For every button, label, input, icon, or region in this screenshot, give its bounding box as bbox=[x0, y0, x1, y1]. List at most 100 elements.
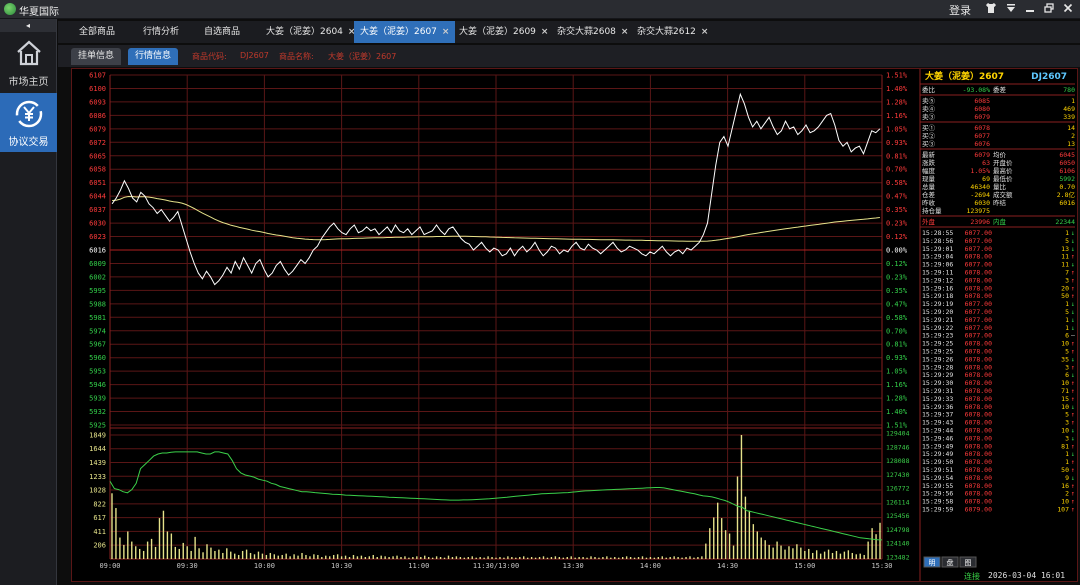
tick-direction: ↑ bbox=[1071, 506, 1075, 514]
tick-direction: ↑ bbox=[1071, 466, 1075, 474]
close-icon[interactable] bbox=[1060, 2, 1076, 17]
tab-garlic2612[interactable]: 杂交大蒜2612 × bbox=[631, 21, 714, 43]
sidebar-item-market-home[interactable]: 市场主页 bbox=[0, 33, 57, 92]
bid-price: 6078 bbox=[974, 124, 990, 132]
tick-direction: ↑ bbox=[1071, 458, 1075, 466]
tick-price: 6078.00 bbox=[965, 419, 992, 427]
tick-price: 6078.00 bbox=[965, 395, 992, 403]
tab-dj2609[interactable]: 大姜（泥姜）2609 × bbox=[453, 21, 554, 43]
sidebar-item-protocol-trade[interactable]: 协议交易 bbox=[0, 93, 57, 152]
percent-tick-label: 1.40% bbox=[886, 408, 908, 416]
tab-dj2604[interactable]: 大姜（泥姜）2604 × bbox=[260, 21, 361, 43]
percent-tick-label: 1.05% bbox=[886, 125, 908, 133]
tab-label: 大姜（泥姜）2607 bbox=[360, 27, 437, 37]
percent-tick-label: 0.23% bbox=[886, 220, 908, 228]
bid-price: 6076 bbox=[974, 140, 990, 148]
price-tick-label: 6107 bbox=[89, 72, 106, 80]
tab-all-products[interactable]: 全部商品 bbox=[73, 21, 121, 43]
tick-volume: 1 bbox=[1065, 458, 1069, 466]
stat-value: 6030 bbox=[974, 199, 990, 207]
tick-time: 15:29:55 bbox=[922, 482, 953, 490]
price-tick-label: 5981 bbox=[89, 314, 106, 322]
sidebar-item-label: 市场主页 bbox=[8, 77, 49, 88]
price-tick-label: 5939 bbox=[89, 395, 106, 403]
tick-price: 6078.00 bbox=[965, 355, 992, 363]
stat-value: 2.8亿 bbox=[1057, 190, 1076, 199]
tick-time: 15:29:51 bbox=[922, 466, 953, 474]
intraday-chart[interactable]: 09:00 09:30 10:00 10:30 11:00 11:30/13:00 13:3… bbox=[72, 69, 1077, 581]
ask-price: 6079 bbox=[974, 113, 990, 121]
outer-value: 23996 bbox=[970, 218, 990, 226]
volume-tick-label: 206 bbox=[93, 542, 106, 550]
stat-label: 幅度 bbox=[922, 166, 936, 175]
product-name-value: 大姜（泥姜）2607 bbox=[328, 52, 397, 61]
close-tab-icon[interactable]: × bbox=[541, 27, 549, 37]
tick-price: 6078.00 bbox=[965, 348, 992, 356]
tick-direction: ↓ bbox=[1071, 371, 1075, 379]
stat-label: 仓差 bbox=[922, 190, 936, 199]
tick-price: 6078.00 bbox=[965, 482, 992, 490]
minimize-icon[interactable] bbox=[1022, 2, 1038, 17]
tick-price: 6077.00 bbox=[965, 229, 992, 237]
yuan-exchange-icon bbox=[15, 100, 43, 128]
close-tab-icon[interactable]: × bbox=[621, 27, 629, 37]
time-tick-label: 15:00 bbox=[794, 562, 815, 570]
restore-icon[interactable] bbox=[1041, 2, 1057, 17]
tick-time: 15:29:26 bbox=[922, 355, 953, 363]
tick-price: 6078.00 bbox=[965, 490, 992, 498]
tab-quote-analysis[interactable]: 行情分析 bbox=[137, 21, 185, 43]
stat-value: 6016 bbox=[1059, 199, 1075, 207]
tick-volume: 50 bbox=[1061, 466, 1069, 474]
tick-volume: 1 bbox=[1065, 300, 1069, 308]
ask-qty: 469 bbox=[1063, 105, 1075, 113]
percent-tick-label: 0.58% bbox=[886, 179, 908, 187]
tab-garlic2608[interactable]: 杂交大蒜2608 × bbox=[551, 21, 634, 43]
tab-dj2607[interactable]: 大姜（泥姜）2607 × bbox=[354, 21, 456, 43]
tick-price: 6077.00 bbox=[965, 237, 992, 245]
percent-tick-label: 0.93% bbox=[886, 354, 908, 362]
stat-label: 现量 bbox=[922, 175, 936, 183]
tick-direction: ↑ bbox=[1071, 498, 1075, 506]
tick-direction: ↓ bbox=[1071, 229, 1075, 237]
price-tick-label: 5967 bbox=[89, 341, 106, 349]
order-info-button[interactable]: 挂单信息 bbox=[71, 48, 122, 65]
sidebar-collapse-button[interactable]: ◂ bbox=[0, 19, 56, 32]
tick-volume: 3 bbox=[1065, 363, 1069, 371]
tick-time: 15:29:58 bbox=[922, 498, 953, 506]
tick-time: 15:28:56 bbox=[922, 237, 953, 245]
sub-tab-bar: 挂单信息 行情信息 商品代码: DJ2607 商品名称: 大姜（泥姜）2607 bbox=[58, 45, 1080, 67]
shirt-icon[interactable] bbox=[983, 2, 999, 17]
quote-info-button[interactable]: 行情信息 bbox=[128, 48, 179, 65]
position-tick-label: 125456 bbox=[886, 512, 910, 520]
menu-dropdown-icon[interactable] bbox=[1003, 2, 1019, 17]
stat-value: 69 bbox=[982, 175, 990, 183]
tab-watchlist[interactable]: 自选商品 bbox=[198, 21, 246, 43]
chart-panel: 09:00 09:30 10:00 10:30 11:00 11:30/13:00 13:3… bbox=[71, 68, 1078, 582]
percent-tick-label: 0.47% bbox=[886, 300, 908, 308]
percent-tick-label: 1.40% bbox=[886, 85, 908, 93]
tick-time: 15:29:59 bbox=[922, 506, 953, 514]
stat-label: 最低价 bbox=[993, 174, 1013, 183]
diff-label: 委差 bbox=[993, 85, 1007, 94]
tick-direction: ↑ bbox=[1071, 284, 1075, 292]
tick-time: 15:29:28 bbox=[922, 363, 953, 371]
price-tick-label: 5988 bbox=[89, 300, 106, 308]
ask-price: 6080 bbox=[974, 105, 990, 113]
login-link[interactable]: 登录 bbox=[949, 2, 971, 18]
product-name-label: 商品名称: bbox=[279, 52, 314, 61]
position-tick-label: 127430 bbox=[886, 471, 910, 479]
percent-tick-label: 0.35% bbox=[886, 206, 908, 214]
position-tick-label: 124798 bbox=[886, 526, 910, 534]
tick-direction: ↓ bbox=[1071, 427, 1075, 435]
tick-price: 6078.00 bbox=[965, 387, 992, 395]
tick-volume: 13 bbox=[1061, 245, 1069, 253]
close-tab-icon[interactable]: × bbox=[442, 27, 450, 37]
tick-volume: 1 bbox=[1065, 324, 1069, 332]
quote-view-tab-label: 图 bbox=[965, 559, 972, 567]
tab-label: 大姜（泥姜）2609 bbox=[459, 27, 536, 37]
tick-price: 6078.00 bbox=[965, 427, 992, 435]
tick-price: 6077.00 bbox=[965, 261, 992, 269]
tick-volume: 16 bbox=[1061, 482, 1069, 490]
close-tab-icon[interactable]: × bbox=[701, 27, 709, 37]
quote-view-tab-label: 盘 bbox=[947, 558, 954, 567]
